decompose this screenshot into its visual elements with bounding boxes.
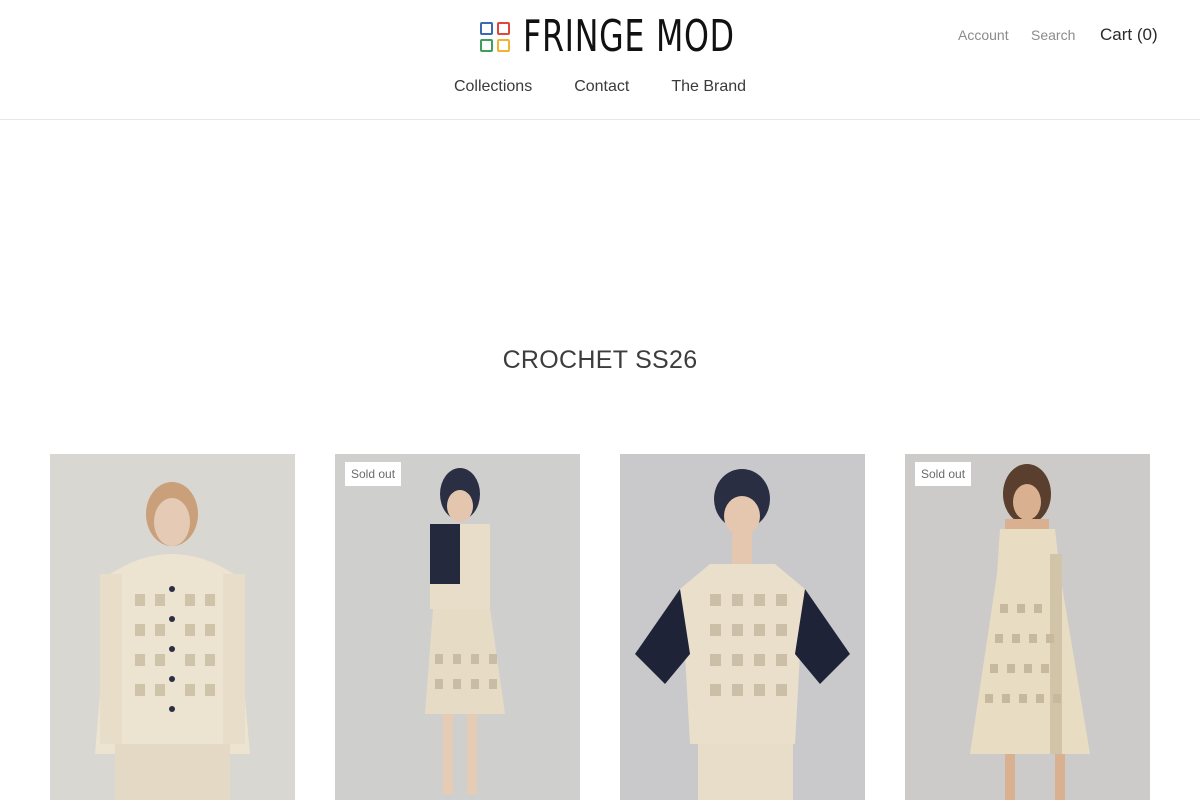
brand-logo[interactable]: FRINGE MOD — [480, 14, 817, 60]
brand-name: FRINGE MOD — [523, 11, 735, 62]
main-nav: Collections Contact The Brand — [0, 78, 1200, 96]
account-link[interactable]: Account — [958, 27, 1009, 43]
product-image[interactable] — [620, 454, 865, 800]
product-card[interactable] — [620, 454, 865, 800]
nav-item-the-brand[interactable]: The Brand — [671, 78, 746, 96]
sold-out-badge: Sold out — [345, 462, 402, 486]
site-header: FRINGE MOD Account Search Cart (0) Colle… — [0, 0, 1200, 120]
product-card[interactable]: Sold out — [335, 454, 580, 800]
product-image[interactable] — [335, 454, 580, 800]
product-image[interactable] — [50, 454, 295, 800]
search-link[interactable]: Search — [1031, 27, 1075, 43]
nav-item-collections[interactable]: Collections — [454, 78, 532, 96]
product-image[interactable] — [905, 454, 1150, 800]
logo-mark-icon — [480, 21, 511, 53]
nav-item-contact[interactable]: Contact — [574, 78, 629, 96]
cart-link[interactable]: Cart (0) — [1100, 25, 1158, 45]
product-card[interactable] — [50, 454, 295, 800]
sold-out-badge: Sold out — [915, 462, 972, 486]
collection-title: CROCHET SS26 — [502, 346, 698, 374]
product-card[interactable]: Sold out — [905, 454, 1150, 800]
